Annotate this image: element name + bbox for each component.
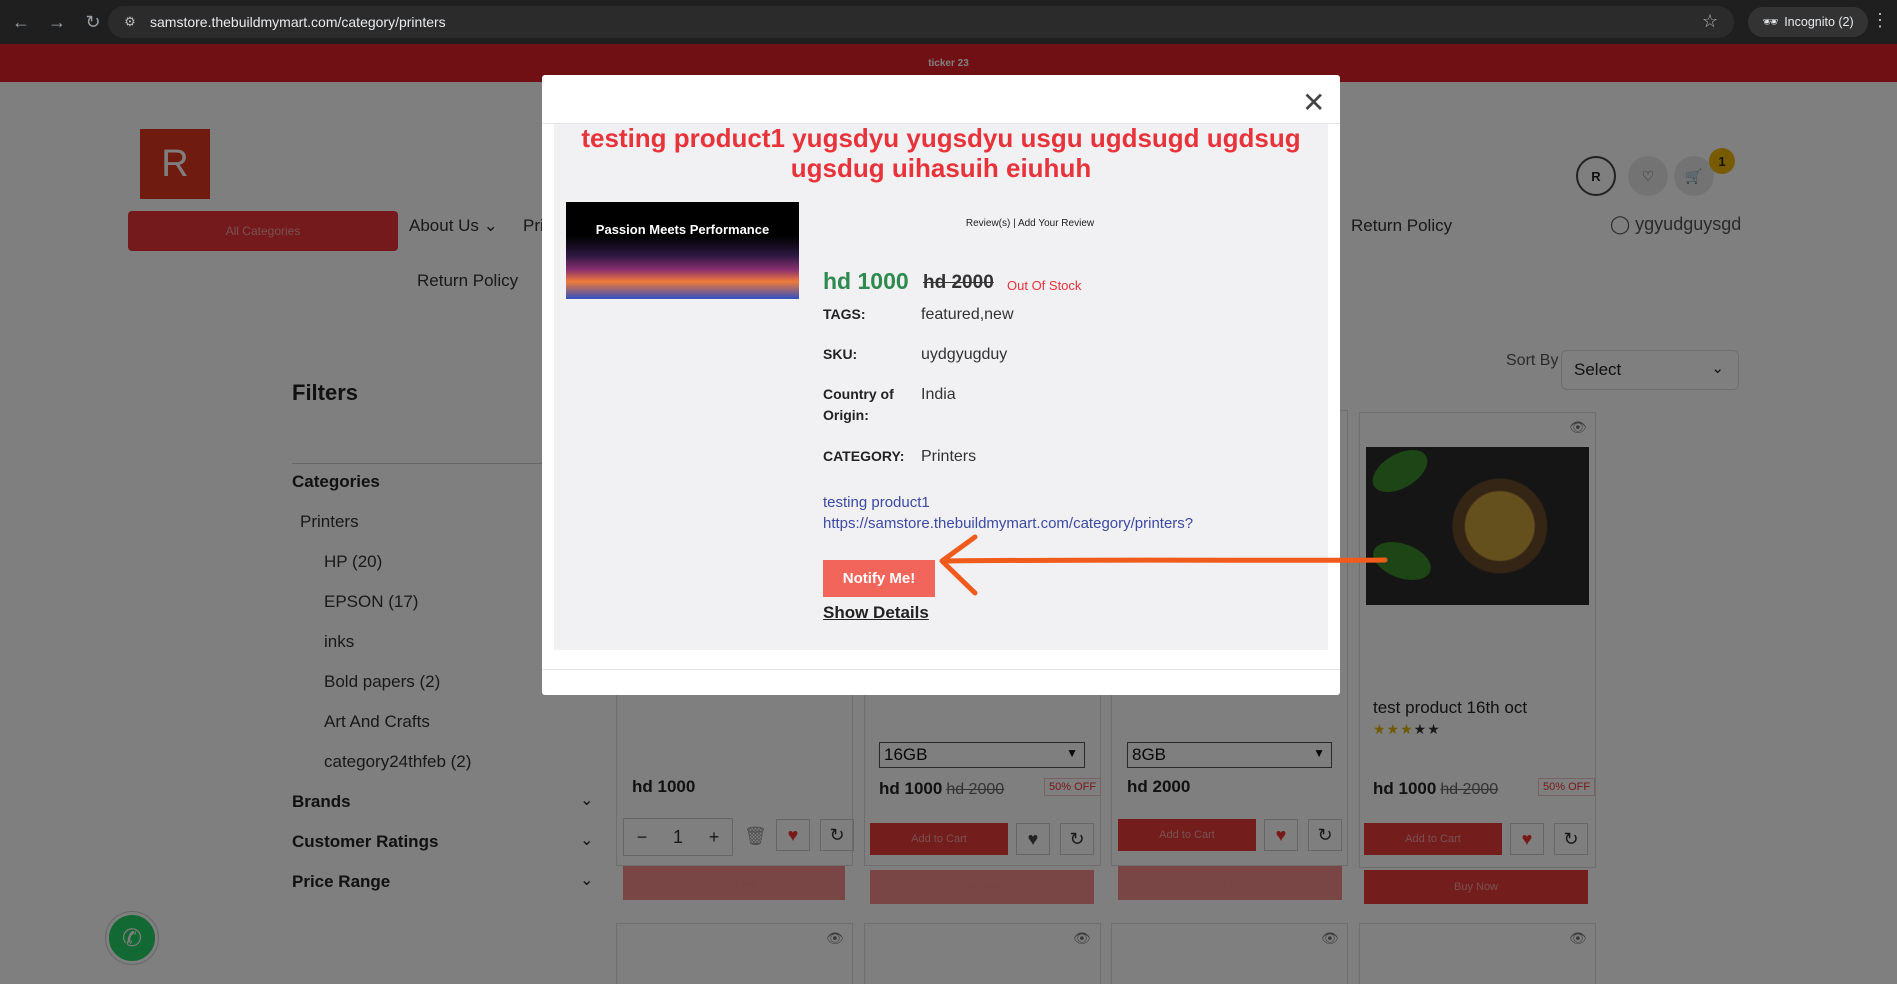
- browser-toolbar: ← → ↻ ⚙ samstore.thebuildmymart.com/cate…: [0, 0, 1897, 44]
- reviews-link[interactable]: Review(s): [966, 218, 1010, 229]
- product-image[interactable]: Passion Meets Performance: [566, 202, 799, 299]
- category-label: CATEGORY:: [823, 448, 905, 464]
- modal-footer-divider: [542, 669, 1340, 670]
- sku-value: uydgyugduy: [921, 346, 1008, 363]
- sku-label: SKU:: [823, 346, 858, 362]
- show-details-link[interactable]: Show Details: [823, 603, 929, 623]
- country-value: India: [921, 386, 956, 403]
- close-icon[interactable]: ✕: [1302, 86, 1325, 119]
- country-label: Country of Origin:: [823, 384, 894, 426]
- bookmark-star-icon[interactable]: ☆: [1702, 11, 1718, 32]
- country-label-line2: Origin:: [823, 407, 869, 423]
- forward-icon[interactable]: →: [42, 7, 72, 37]
- tags-value: featured,new: [921, 306, 1014, 323]
- current-price: hd 1000: [823, 268, 909, 294]
- incognito-label: Incognito (2): [1784, 15, 1854, 29]
- stock-status: Out Of Stock: [1007, 278, 1082, 293]
- incognito-icon: 🕶: [1762, 14, 1779, 29]
- annotation-arrow: [939, 534, 1388, 596]
- category-value: Printers: [921, 448, 977, 465]
- image-caption: Passion Meets Performance: [595, 222, 770, 237]
- tags-label: TAGS:: [823, 306, 866, 322]
- product-title: testing product1 yugsdyu yugsdyu usgu ug…: [581, 123, 1301, 183]
- browser-menu-icon[interactable]: ⋮: [1871, 10, 1889, 31]
- share-product-name[interactable]: testing product1: [823, 494, 930, 511]
- address-bar[interactable]: ⚙ samstore.thebuildmymart.com/category/p…: [108, 6, 1734, 38]
- back-icon[interactable]: ←: [6, 7, 36, 37]
- url-text[interactable]: samstore.thebuildmymart.com/category/pri…: [150, 14, 446, 30]
- notify-me-button[interactable]: Notify Me!: [823, 560, 935, 597]
- add-review-link[interactable]: Add Your Review: [1018, 218, 1094, 229]
- reload-icon[interactable]: ↻: [78, 7, 108, 37]
- old-price: hd 2000: [923, 272, 994, 293]
- site-settings-icon[interactable]: ⚙: [116, 14, 144, 30]
- reviews-row: Review(s) | Add Your Review: [965, 218, 1095, 229]
- incognito-indicator[interactable]: 🕶 Incognito (2): [1748, 7, 1868, 37]
- country-label-line1: Country of: [823, 386, 894, 402]
